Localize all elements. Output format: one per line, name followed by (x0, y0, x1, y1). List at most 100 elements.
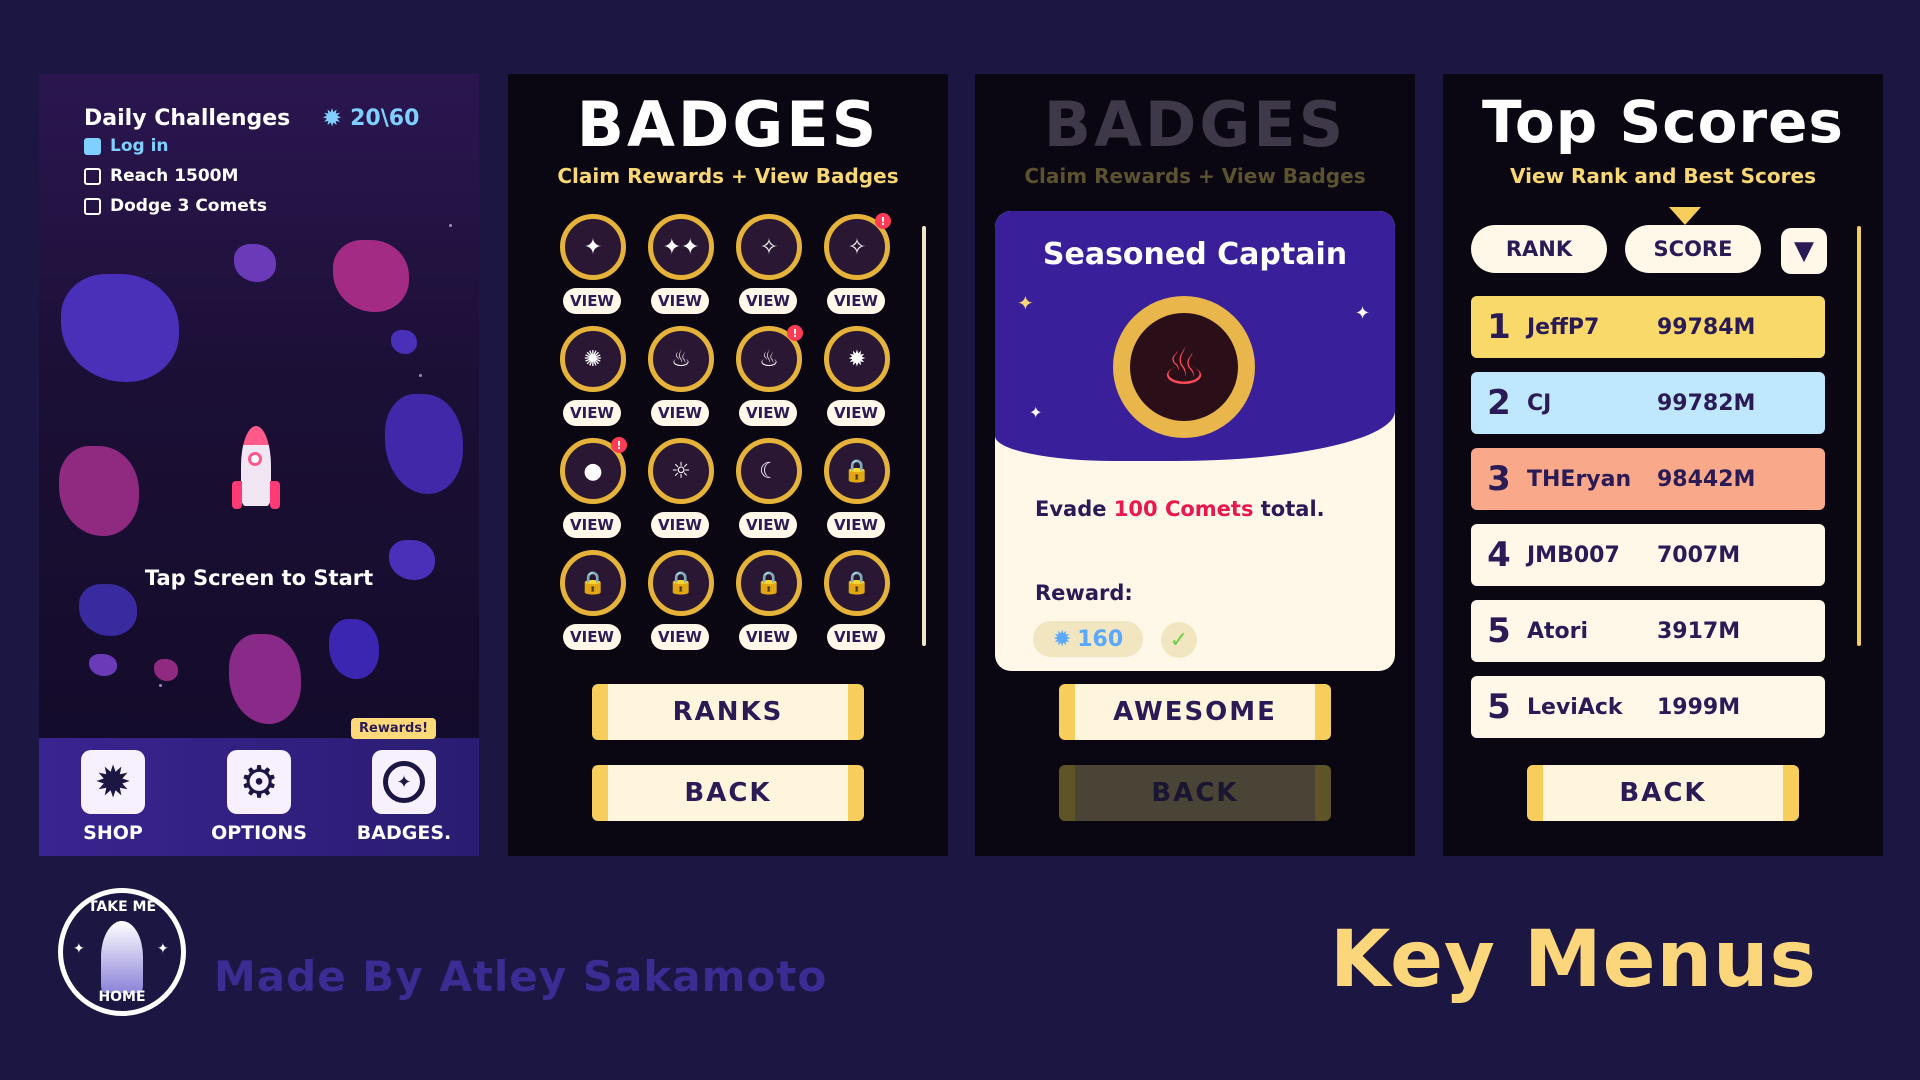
badge-slot: ✺ VIEW (560, 326, 626, 426)
asteroid (79, 584, 137, 636)
gear-icon: ⚙ (239, 756, 279, 808)
player-score: 98442M (1657, 466, 1756, 492)
shop-label: SHOP (83, 822, 143, 844)
challenge-label: Reach 1500M (110, 166, 239, 186)
back-button[interactable]: BACK (592, 765, 864, 821)
challenge-log-in[interactable]: Log in (84, 136, 169, 156)
scrollbar[interactable] (1857, 226, 1861, 646)
view-badge-button[interactable]: VIEW (827, 400, 885, 426)
asteroid (154, 659, 178, 681)
view-badge-button[interactable]: VIEW (563, 512, 621, 538)
leaderboard-row[interactable]: 3 THEryan 98442M (1471, 448, 1825, 510)
star (159, 684, 162, 687)
leaderboard-row[interactable]: 4 JMB007 7007M (1471, 524, 1825, 586)
asteroid (234, 244, 276, 282)
leaderboard-row[interactable]: 5 LeviAck 1999M (1471, 676, 1825, 738)
challenge-dodge: Dodge 3 Comets (84, 196, 267, 216)
badges-button[interactable]: ✦ (372, 750, 436, 814)
badge-symbol: ✦ (583, 234, 603, 260)
badge-slot: ✧! VIEW (824, 213, 891, 314)
filter-button[interactable]: ▼ (1781, 228, 1827, 274)
badge-slot: 🔒 VIEW (824, 438, 890, 538)
daily-challenges-title: Daily Challenges (84, 106, 291, 131)
checkbox[interactable] (84, 137, 101, 155)
view-badge-button[interactable]: VIEW (651, 512, 709, 538)
badge-slot: ✧ VIEW (736, 214, 802, 314)
asteroid (329, 619, 379, 679)
shop-button[interactable]: ✹ (81, 750, 145, 814)
view-badge-button[interactable]: VIEW (827, 512, 885, 538)
alert-icon: ! (787, 325, 803, 341)
view-badge-button[interactable]: VIEW (651, 400, 709, 426)
player-name: JeffP7 (1527, 314, 1600, 340)
filter-icon: ▼ (1794, 236, 1814, 266)
tab-score[interactable]: SCORE (1625, 225, 1761, 273)
sparkle-icon: ✦ (1017, 291, 1034, 315)
gear-star-icon: ✹ (1052, 626, 1072, 652)
view-badge-button[interactable]: VIEW (739, 512, 797, 538)
sparkle-icon: ✦ (560, 214, 626, 280)
blue-burst-icon: ✹ (824, 326, 890, 392)
view-badge-button[interactable]: VIEW (563, 624, 621, 650)
badge-icon: ✦ (383, 761, 425, 803)
checkbox (84, 197, 101, 215)
view-badge-button[interactable]: VIEW (827, 288, 885, 314)
gear-star-icon: ✹ (322, 104, 343, 132)
gem-count: 20\60 (350, 105, 420, 131)
rank-number: 5 (1487, 687, 1511, 727)
ranks-button[interactable]: RANKS (592, 684, 864, 740)
gear-star-icon: ✹ (94, 756, 132, 808)
take-me-home-logo: TAKE ME ✦ ✦ HOME (58, 888, 186, 1016)
badge-description: Evade 100 Comets total. (1035, 497, 1325, 521)
badge-symbol: 🔒 (843, 458, 871, 484)
options-label: OPTIONS (211, 822, 307, 844)
view-badge-button[interactable]: VIEW (563, 400, 621, 426)
view-badge-button[interactable]: VIEW (827, 624, 885, 650)
gem-counter: ✹ 20\60 (322, 104, 419, 132)
view-badge-button[interactable]: VIEW (739, 288, 797, 314)
leaderboard-row[interactable]: 1 JeffP7 99784M (1471, 296, 1825, 358)
reward-label: Reward: (1035, 581, 1133, 605)
view-badge-button[interactable]: VIEW (651, 624, 709, 650)
lock-icon: 🔒 (560, 550, 626, 616)
sparkle-icon: ✦ (157, 941, 169, 957)
options-button[interactable]: ⚙ (227, 750, 291, 814)
badge-symbol: ♨ (671, 346, 691, 372)
leaderboard-row[interactable]: 2 CJ 99782M (1471, 372, 1825, 434)
badge-detail-screen: BADGES Claim Rewards + View Badges Seaso… (975, 74, 1415, 856)
lock-icon: 🔒 (736, 550, 802, 616)
badge-symbol: ☾ (759, 458, 779, 484)
sun-icon: ☼ (648, 438, 714, 504)
credit-text: Made By Atley Sakamoto (214, 952, 828, 1001)
scrollbar[interactable] (922, 226, 926, 646)
reward-amount: ✹ 160 (1033, 621, 1143, 657)
reward-value: 160 (1077, 626, 1124, 652)
player-score: 7007M (1657, 542, 1741, 568)
home-screen[interactable]: Daily Challenges ✹ 20\60 Log in Reach 15… (39, 74, 479, 856)
badge-symbol: 🔒 (843, 570, 871, 596)
double-comet-icon: ♨! (736, 325, 803, 392)
tab-rank[interactable]: RANK (1471, 225, 1607, 273)
back-button-dimmed: BACK (1059, 765, 1331, 821)
badge-slot: ♨! VIEW (736, 325, 803, 426)
asteroid (385, 394, 463, 494)
alert-icon: ! (875, 213, 891, 229)
view-badge-button[interactable]: VIEW (563, 288, 621, 314)
selected-tab-arrow-icon (1669, 207, 1701, 225)
badge-slot: 🔒 VIEW (648, 550, 714, 650)
claimed-check-icon: ✓ (1161, 622, 1197, 658)
bottom-menu-bar: Rewards! ✹ SHOP ⚙ OPTIONS ✦ BADGES. (39, 718, 479, 856)
player-name: CJ (1527, 390, 1552, 416)
player-score: 3917M (1657, 618, 1741, 644)
comet-icon: ♨ (1130, 313, 1238, 421)
back-button[interactable]: BACK (1527, 765, 1799, 821)
badge-slot: ♨ VIEW (648, 326, 714, 426)
lock-icon: 🔒 (824, 550, 890, 616)
view-badge-button[interactable]: VIEW (739, 624, 797, 650)
badges-label: BADGES. (356, 822, 452, 844)
awesome-button[interactable]: AWESOME (1059, 684, 1331, 740)
badges-screen: BADGES Claim Rewards + View Badges ✦ VIEW… (508, 74, 948, 856)
leaderboard-row[interactable]: 5 Atori 3917M (1471, 600, 1825, 662)
view-badge-button[interactable]: VIEW (651, 288, 709, 314)
view-badge-button[interactable]: VIEW (739, 400, 797, 426)
